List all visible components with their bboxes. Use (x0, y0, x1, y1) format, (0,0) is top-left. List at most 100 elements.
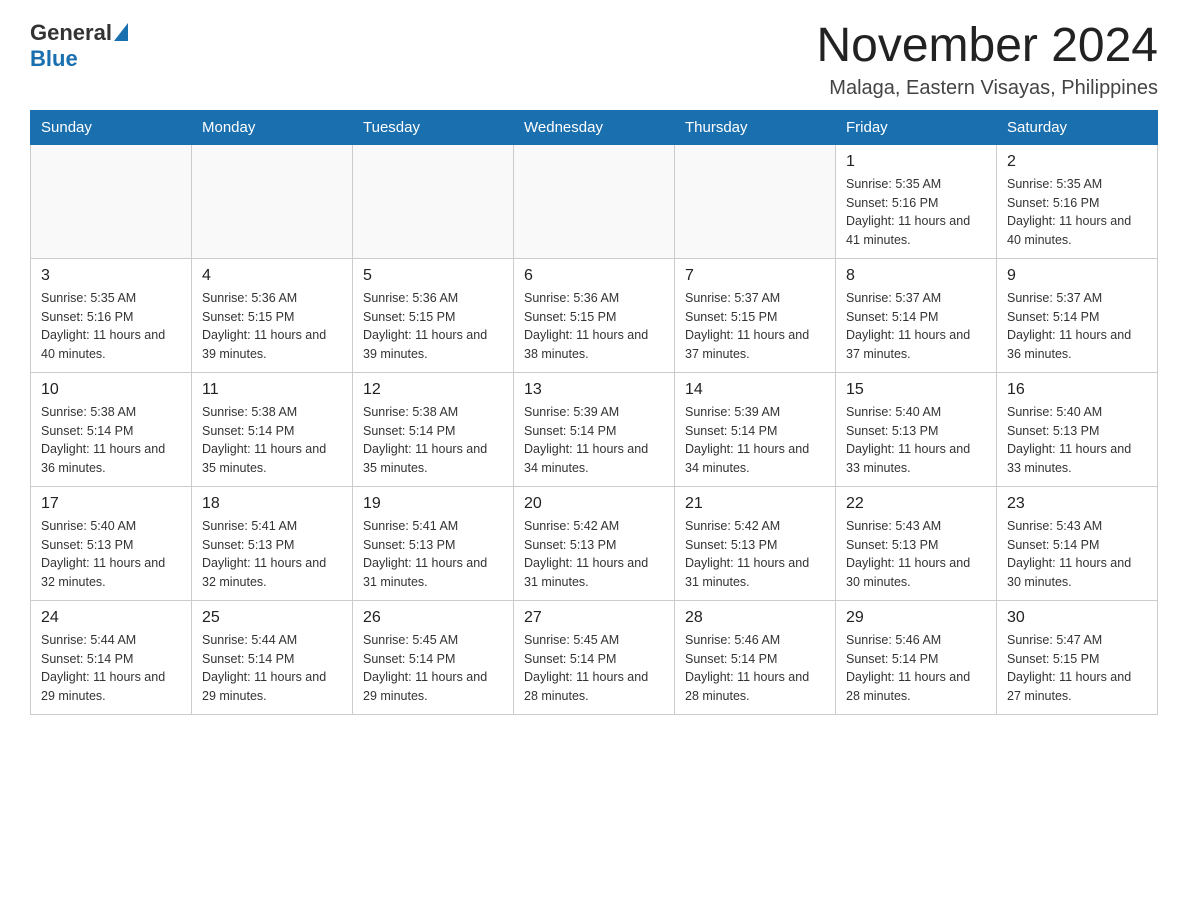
calendar-cell: 10 Sunrise: 5:38 AMSunset: 5:14 PMDayligh… (31, 372, 192, 486)
week-row-4: 24 Sunrise: 5:44 AMSunset: 5:14 PMDayligh… (31, 600, 1158, 714)
day-number: 7 (685, 267, 825, 285)
calendar-header: SundayMondayTuesdayWednesdayThursdayFrid… (31, 110, 1158, 144)
calendar-cell: 5 Sunrise: 5:36 AMSunset: 5:15 PMDaylight… (353, 258, 514, 372)
calendar-cell: 29 Sunrise: 5:46 AMSunset: 5:14 PMDayligh… (836, 600, 997, 714)
calendar-cell: 28 Sunrise: 5:46 AMSunset: 5:14 PMDayligh… (675, 600, 836, 714)
week-row-1: 3 Sunrise: 5:35 AMSunset: 5:16 PMDaylight… (31, 258, 1158, 372)
day-number: 21 (685, 495, 825, 513)
calendar-cell: 17 Sunrise: 5:40 AMSunset: 5:13 PMDayligh… (31, 486, 192, 600)
day-info: Sunrise: 5:42 AMSunset: 5:13 PMDaylight:… (524, 517, 664, 592)
day-number: 16 (1007, 381, 1147, 399)
day-info: Sunrise: 5:40 AMSunset: 5:13 PMDaylight:… (41, 517, 181, 592)
calendar-cell: 7Sunrise: 5:37 AMSunset: 5:15 PMDaylight… (675, 258, 836, 372)
calendar-cell: 27 Sunrise: 5:45 AMSunset: 5:14 PMDayligh… (514, 600, 675, 714)
day-number: 12 (363, 381, 503, 399)
day-number: 22 (846, 495, 986, 513)
col-header-tuesday: Tuesday (353, 110, 514, 144)
day-number: 1 (846, 153, 986, 171)
week-row-2: 10 Sunrise: 5:38 AMSunset: 5:14 PMDayligh… (31, 372, 1158, 486)
day-number: 5 (363, 267, 503, 285)
week-row-3: 17 Sunrise: 5:40 AMSunset: 5:13 PMDayligh… (31, 486, 1158, 600)
day-number: 27 (524, 609, 664, 627)
calendar-cell: 23 Sunrise: 5:43 AMSunset: 5:14 PMDayligh… (997, 486, 1158, 600)
day-number: 8 (846, 267, 986, 285)
day-info: Sunrise: 5:39 AMSunset: 5:14 PMDaylight:… (685, 403, 825, 478)
header-row: SundayMondayTuesdayWednesdayThursdayFrid… (31, 110, 1158, 144)
calendar-cell: 18 Sunrise: 5:41 AMSunset: 5:13 PMDayligh… (192, 486, 353, 600)
day-number: 23 (1007, 495, 1147, 513)
day-number: 3 (41, 267, 181, 285)
calendar-table: SundayMondayTuesdayWednesdayThursdayFrid… (30, 110, 1158, 715)
col-header-monday: Monday (192, 110, 353, 144)
day-info: Sunrise: 5:35 AMSunset: 5:16 PMDaylight:… (846, 175, 986, 250)
day-number: 19 (363, 495, 503, 513)
day-info: Sunrise: 5:44 AMSunset: 5:14 PMDaylight:… (202, 631, 342, 706)
calendar-cell: 19 Sunrise: 5:41 AMSunset: 5:13 PMDayligh… (353, 486, 514, 600)
day-number: 14 (685, 381, 825, 399)
day-number: 13 (524, 381, 664, 399)
day-info: Sunrise: 5:35 AMSunset: 5:16 PMDaylight:… (1007, 175, 1147, 250)
calendar-cell: 24 Sunrise: 5:44 AMSunset: 5:14 PMDayligh… (31, 600, 192, 714)
day-info: Sunrise: 5:45 AMSunset: 5:14 PMDaylight:… (524, 631, 664, 706)
day-info: Sunrise: 5:37 AMSunset: 5:14 PMDaylight:… (1007, 289, 1147, 364)
calendar-cell (514, 144, 675, 258)
day-number: 30 (1007, 609, 1147, 627)
title-area: November 2024 Malaga, Eastern Visayas, P… (816, 20, 1158, 100)
day-number: 25 (202, 609, 342, 627)
calendar-cell (192, 144, 353, 258)
calendar-cell: 1 Sunrise: 5:35 AMSunset: 5:16 PMDaylight… (836, 144, 997, 258)
day-number: 6 (524, 267, 664, 285)
calendar-cell: 11Sunrise: 5:38 AMSunset: 5:14 PMDayligh… (192, 372, 353, 486)
day-number: 26 (363, 609, 503, 627)
calendar-cell: 4Sunrise: 5:36 AMSunset: 5:15 PMDaylight… (192, 258, 353, 372)
col-header-sunday: Sunday (31, 110, 192, 144)
col-header-friday: Friday (836, 110, 997, 144)
col-header-wednesday: Wednesday (514, 110, 675, 144)
day-info: Sunrise: 5:38 AMSunset: 5:14 PMDaylight:… (363, 403, 503, 478)
month-title: November 2024 (816, 20, 1158, 73)
logo-blue-text: Blue (30, 46, 78, 71)
calendar-cell: 8 Sunrise: 5:37 AMSunset: 5:14 PMDaylight… (836, 258, 997, 372)
col-header-thursday: Thursday (675, 110, 836, 144)
day-info: Sunrise: 5:41 AMSunset: 5:13 PMDaylight:… (363, 517, 503, 592)
calendar-cell: 26 Sunrise: 5:45 AMSunset: 5:14 PMDayligh… (353, 600, 514, 714)
day-info: Sunrise: 5:40 AMSunset: 5:13 PMDaylight:… (846, 403, 986, 478)
day-number: 28 (685, 609, 825, 627)
day-info: Sunrise: 5:40 AMSunset: 5:13 PMDaylight:… (1007, 403, 1147, 478)
day-info: Sunrise: 5:36 AMSunset: 5:15 PMDaylight:… (363, 289, 503, 364)
day-info: Sunrise: 5:45 AMSunset: 5:14 PMDaylight:… (363, 631, 503, 706)
day-number: 18 (202, 495, 342, 513)
calendar-cell: 3 Sunrise: 5:35 AMSunset: 5:16 PMDaylight… (31, 258, 192, 372)
day-info: Sunrise: 5:38 AMSunset: 5:14 PMDaylight:… (41, 403, 181, 478)
day-number: 17 (41, 495, 181, 513)
day-number: 29 (846, 609, 986, 627)
calendar-cell (675, 144, 836, 258)
day-info: Sunrise: 5:35 AMSunset: 5:16 PMDaylight:… (41, 289, 181, 364)
location-subtitle: Malaga, Eastern Visayas, Philippines (816, 77, 1158, 100)
page-header: General Blue November 2024 Malaga, Easte… (30, 20, 1158, 100)
calendar-cell (353, 144, 514, 258)
day-info: Sunrise: 5:46 AMSunset: 5:14 PMDaylight:… (685, 631, 825, 706)
calendar-cell: 2Sunrise: 5:35 AMSunset: 5:16 PMDaylight… (997, 144, 1158, 258)
day-number: 10 (41, 381, 181, 399)
calendar-cell: 15 Sunrise: 5:40 AMSunset: 5:13 PMDayligh… (836, 372, 997, 486)
week-row-0: 1 Sunrise: 5:35 AMSunset: 5:16 PMDaylight… (31, 144, 1158, 258)
day-info: Sunrise: 5:46 AMSunset: 5:14 PMDaylight:… (846, 631, 986, 706)
day-info: Sunrise: 5:44 AMSunset: 5:14 PMDaylight:… (41, 631, 181, 706)
day-number: 15 (846, 381, 986, 399)
day-info: Sunrise: 5:36 AMSunset: 5:15 PMDaylight:… (524, 289, 664, 364)
day-info: Sunrise: 5:43 AMSunset: 5:13 PMDaylight:… (846, 517, 986, 592)
calendar-cell: 30Sunrise: 5:47 AMSunset: 5:15 PMDayligh… (997, 600, 1158, 714)
calendar-cell: 25 Sunrise: 5:44 AMSunset: 5:14 PMDayligh… (192, 600, 353, 714)
calendar-cell: 22 Sunrise: 5:43 AMSunset: 5:13 PMDayligh… (836, 486, 997, 600)
day-number: 24 (41, 609, 181, 627)
calendar-cell: 21Sunrise: 5:42 AMSunset: 5:13 PMDayligh… (675, 486, 836, 600)
day-info: Sunrise: 5:37 AMSunset: 5:14 PMDaylight:… (846, 289, 986, 364)
day-info: Sunrise: 5:41 AMSunset: 5:13 PMDaylight:… (202, 517, 342, 592)
logo-triangle-icon (114, 23, 128, 41)
calendar-body: 1 Sunrise: 5:35 AMSunset: 5:16 PMDaylight… (31, 144, 1158, 714)
logo: General Blue (30, 20, 128, 72)
calendar-cell: 16 Sunrise: 5:40 AMSunset: 5:13 PMDayligh… (997, 372, 1158, 486)
day-info: Sunrise: 5:43 AMSunset: 5:14 PMDaylight:… (1007, 517, 1147, 592)
calendar-cell: 9Sunrise: 5:37 AMSunset: 5:14 PMDaylight… (997, 258, 1158, 372)
